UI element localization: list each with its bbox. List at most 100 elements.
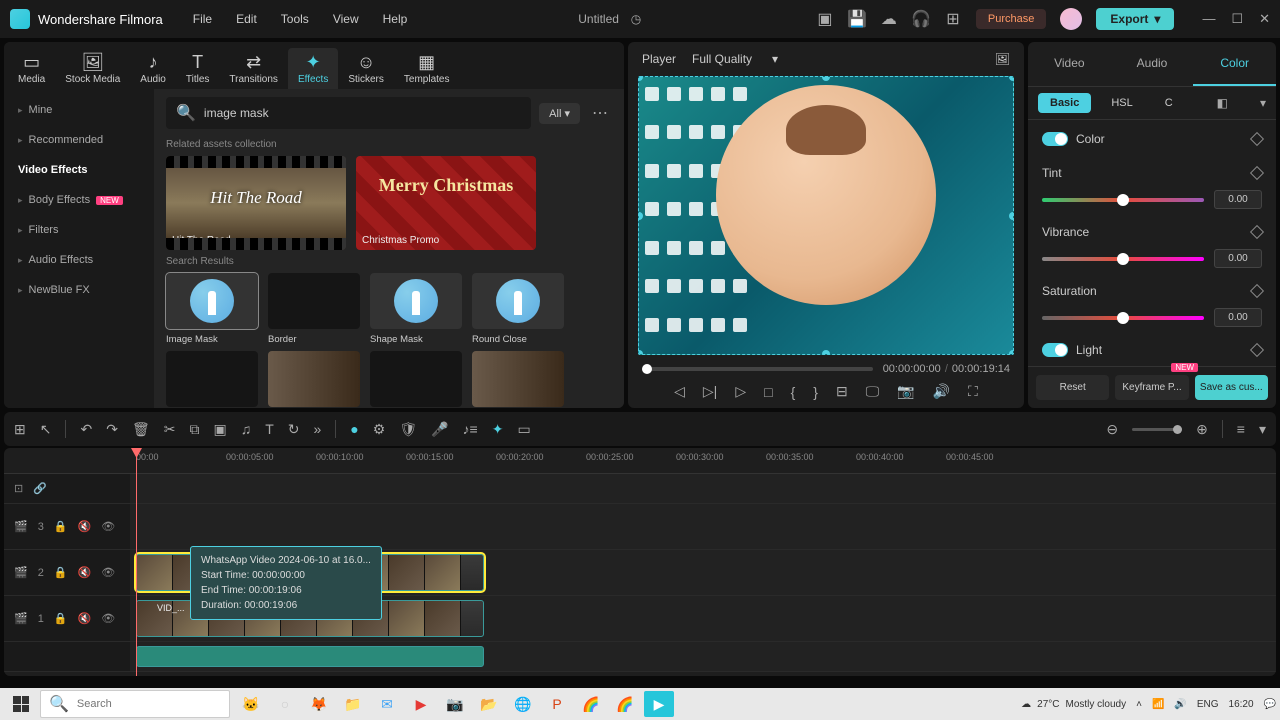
light-toggle[interactable] bbox=[1042, 343, 1068, 357]
quality-dropdown[interactable]: Full Quality▾ bbox=[692, 52, 778, 66]
category-filters[interactable]: ▸Filters bbox=[4, 215, 154, 245]
resize-handle[interactable] bbox=[1009, 350, 1014, 355]
tl-undo-button[interactable]: ↶ bbox=[80, 421, 92, 438]
scrub-bar[interactable] bbox=[642, 367, 873, 371]
tl-delete-button[interactable]: 🗑 bbox=[132, 421, 150, 438]
close-button[interactable]: ✕ bbox=[1259, 11, 1270, 27]
snapshot-button[interactable]: 🖼 bbox=[995, 52, 1010, 66]
tl-crop2-button[interactable]: ▣ bbox=[213, 421, 226, 438]
tab-templates[interactable]: ▦Templates bbox=[394, 48, 460, 89]
color-toggle[interactable] bbox=[1042, 132, 1068, 146]
track-3[interactable]: 🎬3🔒🔇👁 bbox=[4, 504, 1276, 550]
tray-lang[interactable]: ENG bbox=[1197, 699, 1219, 710]
tl-view-drop[interactable]: ▾ bbox=[1259, 421, 1266, 438]
zoom-out-button[interactable]: ⊖ bbox=[1106, 421, 1118, 438]
play-button[interactable]: ▷ bbox=[735, 383, 746, 400]
resize-handle[interactable] bbox=[638, 212, 643, 220]
tl-mic-button[interactable]: 🎤 bbox=[431, 421, 448, 438]
tint-value[interactable]: 0.00 bbox=[1214, 190, 1262, 209]
tl-music-button[interactable]: ♫ bbox=[241, 421, 252, 437]
prev-frame-button[interactable]: ◁ bbox=[674, 383, 685, 400]
tl-list-button[interactable]: ♪≡ bbox=[463, 421, 478, 437]
export-button[interactable]: Export▾ bbox=[1096, 8, 1174, 30]
fullscreen-button[interactable]: ⛶ bbox=[968, 383, 978, 400]
slider-thumb[interactable] bbox=[1117, 253, 1129, 265]
tb-mail[interactable]: ✉ bbox=[372, 691, 402, 717]
scrub-head[interactable] bbox=[642, 364, 652, 374]
tab-effects[interactable]: ✦Effects bbox=[288, 48, 338, 89]
collection-hit-the-road[interactable]: Hit The Road Hit The Road bbox=[166, 156, 346, 250]
timeline-ruler[interactable]: 00:00 00:00:05:00 00:00:10:00 00:00:15:0… bbox=[4, 448, 1276, 474]
start-button[interactable] bbox=[4, 690, 38, 718]
tray-wifi-icon[interactable]: 📶 bbox=[1152, 699, 1164, 710]
keyframe-button[interactable] bbox=[1250, 284, 1264, 298]
tab-stock-media[interactable]: 🖼Stock Media bbox=[55, 48, 130, 89]
eye-icon[interactable]: 👁 bbox=[101, 520, 115, 533]
menu-tools[interactable]: Tools bbox=[281, 12, 309, 26]
reset-button[interactable]: Reset bbox=[1036, 375, 1109, 400]
camera-button[interactable]: 📷 bbox=[897, 383, 914, 400]
mark-in-button[interactable]: { bbox=[791, 384, 796, 400]
tab-audio[interactable]: ♪Audio bbox=[130, 48, 176, 89]
resize-handle[interactable] bbox=[638, 76, 643, 81]
resize-handle[interactable] bbox=[1009, 76, 1014, 81]
preview-canvas[interactable] bbox=[638, 76, 1014, 355]
mark-out-button[interactable]: } bbox=[813, 384, 818, 400]
result-border[interactable]: Border bbox=[268, 273, 360, 329]
headphones-icon[interactable]: 🎧 bbox=[912, 10, 930, 28]
result-item[interactable] bbox=[166, 351, 258, 407]
layout-icon[interactable]: ▣ bbox=[816, 10, 834, 28]
tray-volume-icon[interactable]: 🔊 bbox=[1174, 699, 1186, 710]
split-view-button[interactable]: ⊟ bbox=[836, 383, 848, 400]
result-item[interactable] bbox=[472, 351, 564, 407]
tb-chrome[interactable]: 🌈 bbox=[576, 691, 606, 717]
maximize-button[interactable]: ☐ bbox=[1231, 11, 1243, 27]
link-icon[interactable]: ⊡ bbox=[14, 482, 23, 495]
tb-app[interactable]: 🐱 bbox=[236, 691, 266, 717]
tl-redo-button[interactable]: ↷ bbox=[106, 421, 118, 438]
category-recommended[interactable]: ▸Recommended bbox=[4, 125, 154, 155]
tab-media[interactable]: ▭Media bbox=[8, 48, 55, 89]
mute-icon[interactable]: 🔇 bbox=[78, 612, 92, 625]
zoom-slider[interactable] bbox=[1132, 428, 1182, 431]
audio-track[interactable] bbox=[4, 642, 1276, 672]
tb-firefox[interactable]: 🦊 bbox=[304, 691, 334, 717]
zoom-in-button[interactable]: ⊕ bbox=[1196, 421, 1208, 438]
tray-up-icon[interactable]: ˄ bbox=[1136, 699, 1142, 710]
taskbar-search[interactable]: 🔍 bbox=[40, 690, 230, 718]
result-image-mask[interactable]: Image Mask bbox=[166, 273, 258, 329]
save-custom-button[interactable]: Save as cus... bbox=[1195, 375, 1268, 400]
result-round-close[interactable]: Round Close bbox=[472, 273, 564, 329]
keyframe-button[interactable] bbox=[1250, 166, 1264, 180]
grid-icon[interactable]: ⊞ bbox=[944, 10, 962, 28]
mute-icon[interactable]: 🔇 bbox=[78, 520, 92, 533]
play-backward-button[interactable]: ▷| bbox=[703, 383, 717, 400]
avatar[interactable] bbox=[1060, 8, 1082, 30]
expand-button[interactable]: ▾ bbox=[1260, 96, 1266, 110]
tl-grid-button[interactable]: ⊞ bbox=[14, 421, 26, 438]
search-input[interactable] bbox=[204, 106, 521, 120]
menu-file[interactable]: File bbox=[193, 12, 212, 26]
lock-icon[interactable]: 🔒 bbox=[54, 612, 68, 625]
volume-button[interactable]: 🔊 bbox=[933, 383, 950, 400]
clock-icon[interactable]: ◷ bbox=[627, 10, 645, 28]
saturation-slider[interactable] bbox=[1042, 316, 1204, 320]
tl-view-button[interactable]: ≡ bbox=[1237, 421, 1245, 437]
tb-explorer[interactable]: 📁 bbox=[338, 691, 368, 717]
filter-all-dropdown[interactable]: All ▾ bbox=[539, 103, 580, 124]
slider-thumb[interactable] bbox=[1117, 194, 1129, 206]
tray-notif-icon[interactable]: 💬 bbox=[1264, 699, 1276, 710]
compare-button[interactable]: ◧ bbox=[1217, 96, 1228, 110]
minimize-button[interactable]: — bbox=[1202, 11, 1215, 27]
tl-text-button[interactable]: T bbox=[265, 421, 274, 437]
tl-shield-button[interactable]: 🛡 bbox=[399, 421, 417, 438]
inspector-tab-video[interactable]: Video bbox=[1028, 42, 1111, 86]
menu-view[interactable]: View bbox=[333, 12, 359, 26]
resize-handle[interactable] bbox=[1009, 212, 1014, 220]
eye-icon[interactable]: 👁 bbox=[101, 566, 115, 579]
resize-handle[interactable] bbox=[638, 350, 643, 355]
tl-green-button[interactable]: ● bbox=[350, 421, 358, 437]
category-mine[interactable]: ▸Mine bbox=[4, 95, 154, 125]
lock-icon[interactable]: 🔒 bbox=[54, 566, 68, 579]
tb-app3[interactable]: 📷 bbox=[440, 691, 470, 717]
